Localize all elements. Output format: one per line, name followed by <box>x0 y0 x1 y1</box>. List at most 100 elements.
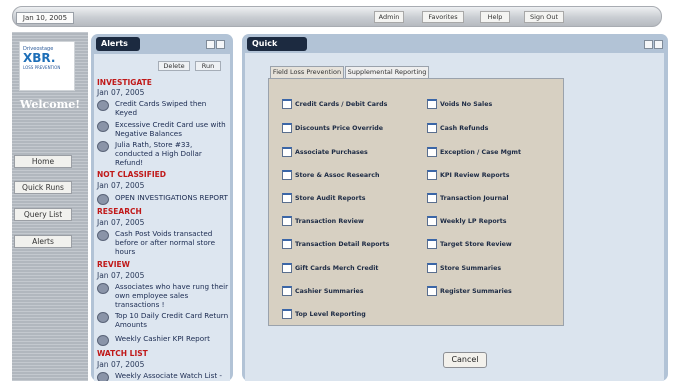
report-icon <box>97 141 109 152</box>
checkbox-icon[interactable] <box>427 286 437 296</box>
quick-run-item[interactable]: Associate Purchases <box>282 147 368 157</box>
alert-item-label: Weekly Associate Watch List - <box>115 371 223 380</box>
alert-item[interactable]: Credit Cards Swiped then Keyed <box>97 99 230 117</box>
alert-date: Jan 07, 2005 <box>97 360 145 369</box>
checkbox-icon[interactable] <box>427 170 437 180</box>
quick-run-item[interactable]: Store Audit Reports <box>282 193 365 203</box>
nav-query-list-button[interactable]: Query List <box>14 208 72 221</box>
favorites-link[interactable]: Favorites <box>422 11 464 23</box>
cancel-button[interactable]: Cancel <box>443 352 487 368</box>
help-link[interactable]: Help <box>480 11 510 23</box>
current-date: Jan 10, 2005 <box>16 12 74 24</box>
quick-run-item[interactable]: Transaction Journal <box>427 193 509 203</box>
checkbox-icon[interactable] <box>282 147 292 157</box>
checkbox-icon[interactable] <box>282 170 292 180</box>
checkbox-icon[interactable] <box>282 309 292 319</box>
checkbox-icon[interactable] <box>427 147 437 157</box>
alert-date: Jan 07, 2005 <box>97 181 145 190</box>
quick-run-item[interactable]: Target Store Review <box>427 239 512 249</box>
logo-line-2: XBR. <box>23 51 56 65</box>
quick-run-label: Top Level Reporting <box>295 310 366 318</box>
alert-item-label: Weekly Cashier KPI Report <box>115 334 210 343</box>
alert-item[interactable]: Excessive Credit Card use with Negative … <box>97 120 230 138</box>
alert-date: Jan 07, 2005 <box>97 218 145 227</box>
category-review: REVIEW <box>97 260 130 269</box>
quick-run-label: Cash Refunds <box>440 124 489 132</box>
quick-run-item[interactable]: Cashier Summaries <box>282 286 364 296</box>
alert-item-label: OPEN INVESTIGATIONS REPORT <box>115 193 228 202</box>
maximize-icon[interactable] <box>216 40 225 49</box>
run-button[interactable]: Run <box>195 61 221 71</box>
quick-run-label: Store Audit Reports <box>295 194 366 202</box>
report-icon <box>97 100 109 111</box>
category-not-classified: NOT CLASSIFIED <box>97 170 166 179</box>
alert-item[interactable]: Weekly Cashier KPI Report <box>97 334 230 346</box>
alert-item[interactable]: Top 10 Daily Credit Card Return Amounts <box>97 311 230 329</box>
category-watch-list: WATCH LIST <box>97 349 148 358</box>
quick-run-label: KPI Review Reports <box>440 171 510 179</box>
quick-run-label: Voids No Sales <box>440 100 493 108</box>
nav-alerts-button[interactable]: Alerts <box>14 235 72 248</box>
maximize-icon[interactable] <box>654 40 663 49</box>
quick-run-item[interactable]: Weekly LP Reports <box>427 216 507 226</box>
quick-run-item[interactable]: Transaction Detail Reports <box>282 239 389 249</box>
quick-run-label: Associate Purchases <box>295 148 368 156</box>
checkbox-icon[interactable] <box>282 286 292 296</box>
quick-run-item[interactable]: Register Summaries <box>427 286 512 296</box>
delete-button[interactable]: Delete <box>158 61 190 71</box>
admin-link[interactable]: Admin <box>374 11 404 23</box>
nav-home-button[interactable]: Home <box>14 155 72 168</box>
alert-item[interactable]: Julia Rath, Store #33, conducted a High … <box>97 140 230 167</box>
checkbox-icon[interactable] <box>427 123 437 133</box>
quick-run-item[interactable]: KPI Review Reports <box>427 170 510 180</box>
quick-run-item[interactable]: Cash Refunds <box>427 123 488 133</box>
quick-run-item[interactable]: Credit Cards / Debit Cards <box>282 99 387 109</box>
alert-date: Jan 07, 2005 <box>97 271 145 280</box>
alert-item-label: Excessive Credit Card use with Negative … <box>115 120 226 138</box>
report-icon <box>97 194 109 205</box>
quick-run-item[interactable]: Top Level Reporting <box>282 309 366 319</box>
quick-run-label: Discounts Price Override <box>295 124 384 132</box>
checkbox-icon[interactable] <box>427 263 437 273</box>
quick-run-item[interactable]: Transaction Review <box>282 216 364 226</box>
alert-item[interactable]: Weekly Associate Watch List - <box>97 371 230 381</box>
checkbox-icon[interactable] <box>427 239 437 249</box>
alert-item-label: Top 10 Daily Credit Card Return Amounts <box>115 311 229 329</box>
checkbox-icon[interactable] <box>427 193 437 203</box>
alert-item-label: Credit Cards Swiped then Keyed <box>115 99 207 117</box>
alert-item[interactable]: Associates who have rung their own emplo… <box>97 282 230 309</box>
checkbox-icon[interactable] <box>282 123 292 133</box>
quick-runs-window-controls <box>644 40 663 49</box>
category-investigate: INVESTIGATE <box>97 78 152 87</box>
alert-item-label: Cash Post Voids transacted before or aft… <box>115 229 215 256</box>
checkbox-icon[interactable] <box>282 99 292 109</box>
checkbox-icon[interactable] <box>282 193 292 203</box>
minimize-icon[interactable] <box>206 40 215 49</box>
alert-item[interactable]: OPEN INVESTIGATIONS REPORT <box>97 193 230 205</box>
alert-item[interactable]: Cash Post Voids transacted before or aft… <box>97 229 230 256</box>
quick-run-item[interactable]: Store & Assoc Research <box>282 170 379 180</box>
quick-run-label: Gift Cards Merch Credit <box>295 264 379 272</box>
sign-out-link[interactable]: Sign Out <box>524 11 564 23</box>
report-icon <box>97 230 109 241</box>
quick-run-label: Register Summaries <box>440 287 512 295</box>
quick-run-label: Weekly LP Reports <box>440 217 507 225</box>
checkbox-icon[interactable] <box>427 99 437 109</box>
alerts-window-controls <box>206 40 225 49</box>
checkbox-icon[interactable] <box>282 216 292 226</box>
quick-run-item[interactable]: Exception / Case Mgmt <box>427 147 521 157</box>
quick-run-label: Transaction Review <box>295 217 364 225</box>
checkbox-icon[interactable] <box>282 239 292 249</box>
checkbox-icon[interactable] <box>282 263 292 273</box>
checkbox-icon[interactable] <box>427 216 437 226</box>
quick-run-item[interactable]: Store Summaries <box>427 263 501 273</box>
quick-run-item[interactable]: Voids No Sales <box>427 99 492 109</box>
quick-run-label: Transaction Journal <box>440 194 509 202</box>
alert-item-label: Associates who have rung their own emplo… <box>115 282 229 309</box>
quick-run-item[interactable]: Discounts Price Override <box>282 123 383 133</box>
quick-run-item[interactable]: Gift Cards Merch Credit <box>282 263 378 273</box>
alerts-title: Alerts <box>96 37 140 51</box>
nav-quick-runs-button[interactable]: Quick Runs <box>14 181 72 194</box>
minimize-icon[interactable] <box>644 40 653 49</box>
quick-runs-title: Quick Runs <box>247 37 307 62</box>
